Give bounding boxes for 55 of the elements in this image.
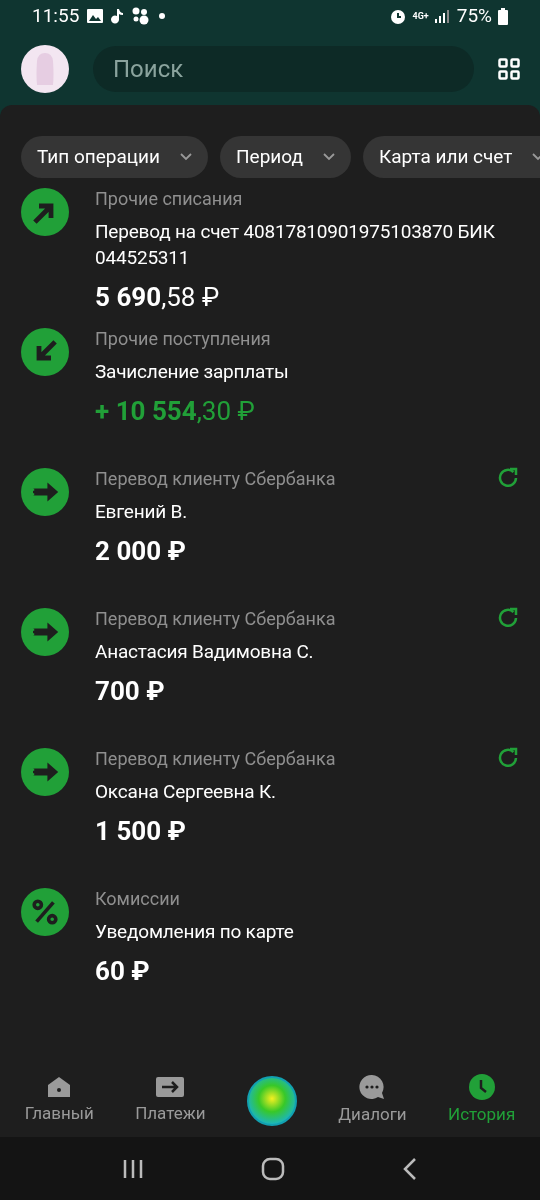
music-note-icon	[111, 8, 124, 24]
back-icon[interactable]	[401, 1156, 418, 1181]
arrow-right-icon	[21, 608, 69, 656]
operation-title: Перевод на счет 40817810901975103870 БИК 044525311	[95, 219, 496, 271]
clock-icon	[468, 1074, 495, 1101]
home-button-icon[interactable]	[261, 1156, 285, 1181]
operation-category: Прочие поступления	[95, 328, 272, 350]
operation-category: Прочие списания	[95, 188, 244, 210]
grid-icon[interactable]	[498, 57, 520, 80]
chat-bubble-icon	[358, 1074, 387, 1101]
operation-amount: + 10 554,30 ₽	[95, 395, 256, 427]
operation-title: Оксана Сергеевна К.	[95, 779, 277, 805]
filter-chip[interactable]: Тип операции	[21, 136, 209, 178]
recent-apps-icon[interactable]	[122, 1157, 145, 1180]
operation-category: Перевод клиенту Сбербанка	[95, 468, 337, 490]
nav-tab[interactable]: Главный	[24, 1075, 94, 1127]
battery-icon	[498, 7, 508, 25]
operation-category: Перевод клиенту Сбербанка	[95, 748, 337, 770]
chevron-down-icon	[322, 153, 335, 161]
clock-time: 11:55	[32, 2, 80, 29]
operation-title: Зачисление зарплаты	[95, 359, 290, 385]
arrow-right-icon	[155, 1075, 186, 1100]
nav-tab[interactable]: Диалоги	[338, 1074, 407, 1128]
operation-amount: 2 000 ₽	[95, 535, 187, 567]
operation-title: Анастасия Вадимовна С.	[95, 639, 315, 665]
avatar-icon[interactable]	[21, 44, 69, 93]
arrow-right-icon	[21, 468, 69, 516]
arrow-up-right-icon	[21, 188, 69, 236]
filter-chip[interactable]: Период	[220, 136, 351, 178]
image-icon	[87, 9, 104, 23]
nav-tab[interactable]: Платежи	[135, 1075, 206, 1127]
signal-icon	[434, 9, 451, 23]
operation-title: Уведомления по карте	[95, 919, 295, 945]
filter-chip[interactable]: Карта или счет	[362, 136, 540, 178]
battery-level: 75%	[456, 2, 492, 29]
search-field[interactable]: Поиск	[93, 45, 474, 92]
assistant-orb-icon[interactable]	[246, 1076, 297, 1126]
network-type: 4G+	[412, 11, 429, 21]
operation-title: Евгений В.	[95, 499, 188, 525]
repeat-icon[interactable]	[496, 746, 520, 770]
alarm-icon	[388, 7, 407, 25]
operation-amount: 5 690,58 ₽	[95, 281, 221, 313]
chevron-down-icon	[180, 153, 193, 161]
operation-amount: 1 500 ₽	[95, 815, 187, 847]
percent-icon	[21, 888, 69, 936]
repeat-icon[interactable]	[496, 466, 520, 490]
repeat-icon[interactable]	[496, 606, 520, 630]
operation-amount: 700 ₽	[95, 675, 166, 707]
nav-tab[interactable]: История	[448, 1074, 516, 1128]
operation-category: Перевод клиенту Сбербанка	[95, 608, 337, 630]
operation-category: Комиссии	[95, 888, 181, 910]
arrow-right-icon	[21, 748, 69, 796]
operation-amount: 60 ₽	[95, 955, 151, 987]
dot-icon	[159, 13, 166, 19]
arrow-down-left-icon	[21, 328, 69, 376]
